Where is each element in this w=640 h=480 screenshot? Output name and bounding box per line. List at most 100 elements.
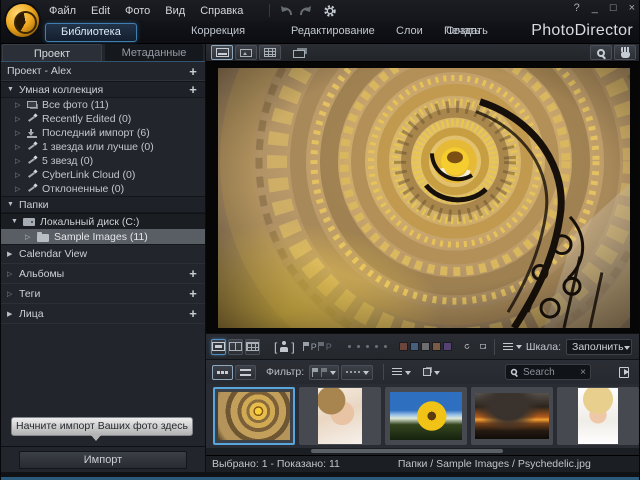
collapse-arrow-icon[interactable]: ▷ [7, 270, 19, 278]
face-tag-button[interactable]: [] [274, 340, 295, 354]
thumbnail-sunset-storm[interactable] [471, 387, 553, 445]
rating-filter-button[interactable] [341, 364, 374, 380]
pan-tool-button[interactable] [614, 45, 636, 60]
minimize-button[interactable]: _ [592, 2, 598, 14]
sidebar-item-recently-edited[interactable]: ▷ Recently Edited (0) [1, 112, 205, 126]
thumbnail-portrait-blonde[interactable] [557, 387, 639, 445]
search-input[interactable] [521, 365, 578, 379]
section-smart-collection[interactable]: ▼ Умная коллекция + [1, 81, 205, 98]
filmstrip-scrollbar[interactable] [206, 448, 639, 455]
section-folders[interactable]: ▼ Папки [1, 196, 205, 213]
expand-arrow-icon[interactable]: ▼ [7, 201, 19, 208]
menu-file[interactable]: Файл [49, 5, 76, 17]
settings-gear-icon[interactable] [323, 4, 337, 18]
section-calendar-view[interactable]: ▶ Calendar View [1, 244, 205, 264]
star-rating[interactable] [347, 345, 387, 348]
menu-photo[interactable]: Фото [125, 5, 150, 17]
tab-library[interactable]: Библиотека [45, 23, 137, 42]
scrollbar-thumb[interactable] [311, 449, 503, 453]
maximize-button[interactable]: □ [610, 2, 617, 14]
color-swatch-blue[interactable] [409, 342, 419, 351]
flag-filter-button[interactable] [309, 364, 340, 380]
compare-mode-icon[interactable] [293, 50, 305, 58]
collapse-arrow-icon[interactable]: ▷ [15, 171, 27, 179]
menu-edit[interactable]: Edit [91, 5, 110, 17]
zoom-tool-button[interactable] [590, 45, 612, 60]
thumbnail-portrait-woman[interactable] [299, 387, 381, 445]
photo-viewport[interactable] [206, 62, 639, 333]
expand-arrow-icon[interactable]: ▼ [11, 218, 23, 225]
caption-photo-icon[interactable] [479, 340, 487, 353]
collapse-arrow-icon[interactable]: ▷ [15, 143, 27, 151]
sidebar-item-last-import[interactable]: ▷ Последний импорт (6) [1, 126, 205, 140]
sidebar-item-one-star[interactable]: ▷ 1 звезда или лучше (0) [1, 140, 205, 154]
collapse-arrow-icon[interactable]: ▷ [15, 129, 27, 137]
rotate-icon[interactable] [464, 339, 470, 354]
expand-arrow-icon[interactable]: ▼ [7, 86, 19, 93]
list-view-button[interactable] [235, 364, 256, 380]
sort-button[interactable] [392, 367, 412, 378]
scale-dropdown[interactable]: Заполнить [566, 338, 632, 355]
add-face-button[interactable]: + [187, 306, 199, 321]
sidebar-tab-project[interactable]: Проект [2, 44, 102, 61]
section-faces[interactable]: ▶ Лица + [1, 304, 205, 324]
add-project-button[interactable]: + [187, 64, 199, 79]
stack-button[interactable] [423, 367, 441, 378]
rating-dot-icon[interactable] [383, 345, 387, 348]
color-swatch-red[interactable] [398, 342, 408, 351]
thumbnail-sunflower[interactable] [385, 387, 467, 445]
sidebar-item-all-photos[interactable]: ▷ Все фото (11) [1, 98, 205, 112]
rating-dot-icon[interactable] [365, 345, 369, 348]
add-tag-button[interactable]: + [187, 286, 199, 301]
photo-psychedelic[interactable] [218, 68, 630, 328]
tab-layers[interactable]: Слои [396, 25, 423, 37]
compare-multi-button[interactable] [245, 338, 260, 355]
thumbnail-spiral-staircase[interactable] [213, 387, 295, 445]
menu-help[interactable]: Справка [200, 5, 243, 17]
tab-print[interactable]: Печать [444, 25, 480, 37]
clear-search-icon[interactable]: × [580, 367, 586, 378]
view-options-button[interactable] [502, 341, 522, 352]
tab-adjustment[interactable]: Коррекция [191, 25, 245, 37]
color-swatch-brown[interactable] [431, 342, 441, 351]
undo-icon[interactable] [279, 4, 294, 17]
collapse-arrow-icon[interactable]: ▷ [7, 290, 19, 298]
section-tags[interactable]: ▷ Теги + [1, 284, 205, 304]
export-button[interactable] [613, 364, 635, 381]
collapse-arrow-icon[interactable]: ▶ [7, 250, 19, 258]
sidebar-item-rejected[interactable]: ▷ Отклоненные (0) [1, 182, 205, 196]
collapse-arrow-icon[interactable]: ▷ [15, 115, 27, 123]
compare-two-button[interactable] [228, 338, 243, 355]
rating-dot-icon[interactable] [374, 345, 378, 348]
grid-view-button[interactable] [259, 45, 281, 60]
import-hint-tooltip[interactable]: Начните импорт Ваших фото здесь [11, 417, 193, 441]
sidebar-tab-metadata[interactable]: Метаданные [105, 44, 203, 61]
import-button[interactable]: Импорт [19, 450, 187, 469]
flag-pick-button[interactable]: P P [302, 342, 332, 352]
collapse-arrow-icon[interactable]: ▷ [15, 157, 27, 165]
collapse-arrow-icon[interactable]: ▷ [25, 233, 37, 241]
menu-view[interactable]: Вид [165, 5, 185, 17]
help-button[interactable]: ? [574, 2, 580, 14]
search-box[interactable]: × [505, 364, 591, 380]
redo-icon[interactable] [298, 4, 313, 17]
sidebar-item-five-star[interactable]: ▷ 5 звезд (0) [1, 154, 205, 168]
filmstrip-view-button[interactable] [211, 45, 233, 60]
add-smart-collection-button[interactable]: + [187, 82, 199, 97]
tab-edit[interactable]: Редактирование [291, 25, 375, 37]
collapse-arrow-icon[interactable]: ▷ [15, 101, 27, 109]
thumbnail-view-button[interactable] [212, 364, 233, 380]
compare-single-button[interactable] [211, 338, 226, 355]
section-albums[interactable]: ▷ Альбомы + [1, 264, 205, 284]
rating-dot-icon[interactable] [356, 345, 360, 348]
sidebar-item-cyberlink-cloud[interactable]: ▷ CyberLink Cloud (0) [1, 168, 205, 182]
rating-dot-icon[interactable] [347, 345, 351, 348]
close-button[interactable]: × [629, 2, 635, 14]
collapse-arrow-icon[interactable]: ▶ [7, 310, 19, 318]
sidebar-item-sample-images[interactable]: ▷ Sample Images (11) [1, 229, 205, 244]
sidebar-item-local-disk[interactable]: ▼ Локальный диск (C:) [1, 213, 205, 229]
color-swatch-gray[interactable] [420, 342, 430, 351]
color-swatch-purple[interactable] [442, 342, 452, 351]
add-album-button[interactable]: + [187, 266, 199, 281]
single-view-button[interactable] [235, 45, 257, 60]
